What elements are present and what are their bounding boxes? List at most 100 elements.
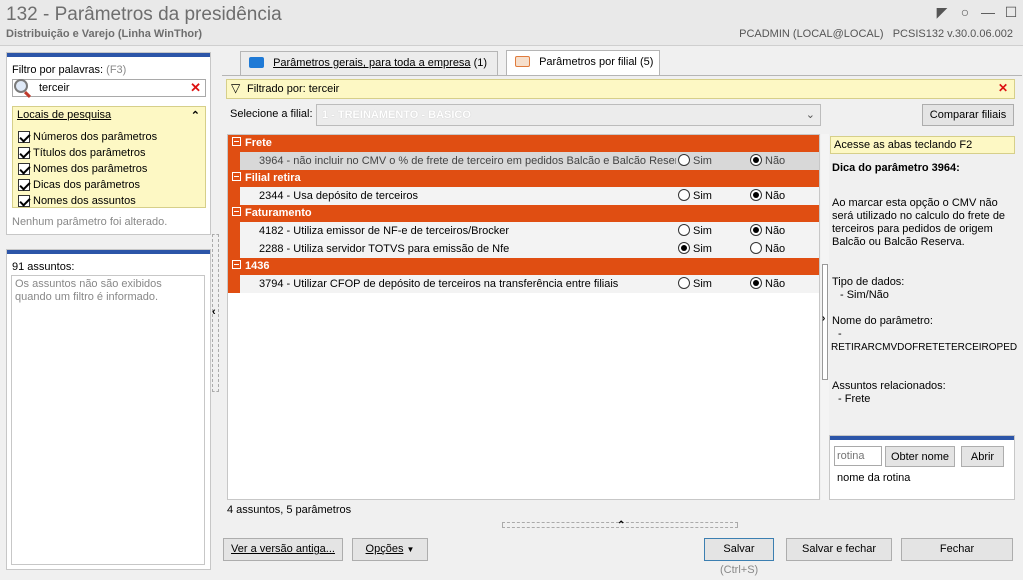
group-header[interactable]: Filial retira — [228, 170, 819, 187]
tab-branch-count: (5) — [639, 56, 654, 68]
collapse-group-icon[interactable] — [232, 260, 241, 269]
group-header[interactable]: Frete — [228, 135, 819, 152]
search-icon-handle — [23, 90, 32, 99]
grid-summary: 4 assuntos, 5 parâmetros — [227, 504, 352, 516]
param-name-dash: - — [838, 328, 842, 340]
restore-icon[interactable]: ○ — [957, 4, 973, 20]
radio-yes-icon[interactable] — [678, 242, 690, 255]
clear-filter-icon[interactable]: ✕ — [998, 81, 1008, 95]
search-scope-option[interactable]: Títulos dos parâmetros — [18, 145, 157, 161]
option-yes-label: Sim — [693, 190, 712, 202]
option-no[interactable]: Não — [748, 222, 818, 240]
row-indent — [228, 275, 240, 293]
checkbox-checked-icon[interactable] — [18, 163, 30, 176]
collapse-group-icon[interactable] — [232, 137, 241, 146]
collapse-left-icon[interactable]: ‹ — [212, 306, 216, 318]
checkbox-checked-icon[interactable] — [18, 195, 30, 208]
option-no[interactable]: Não — [748, 240, 818, 258]
row-indent — [228, 187, 240, 205]
close-button[interactable]: Fechar — [901, 538, 1013, 561]
radio-no-icon[interactable] — [750, 242, 762, 255]
radio-no-icon[interactable] — [750, 277, 762, 290]
radio-no-icon[interactable] — [750, 224, 762, 237]
assuntos-list[interactable]: Os assuntos não são exibidos quando um f… — [11, 275, 205, 565]
parameter-row[interactable]: 2344 - Usa depósito de terceiros Sim Não — [228, 187, 819, 205]
rotina-input[interactable] — [834, 446, 882, 466]
group-name: Filial retira — [245, 172, 301, 184]
parameter-row[interactable]: 2288 - Utiliza servidor TOTVS para emiss… — [228, 240, 819, 258]
tip-body-line: Balcão ou Balcão Reserva. — [832, 236, 965, 248]
group-name: Frete — [245, 137, 272, 149]
parameter-text: 3964 - não incluir no CMV o % de frete d… — [259, 155, 676, 167]
collapse-group-icon[interactable] — [232, 172, 241, 181]
filter-label-text: Filtro por palavras: — [12, 64, 104, 76]
old-version-button[interactable]: Ver a versão antiga... — [223, 538, 343, 561]
search-input[interactable]: terceir ✕ — [12, 79, 206, 99]
option-yes[interactable]: Sim — [676, 222, 748, 240]
open-button[interactable]: Abrir — [961, 446, 1004, 467]
tip-body-line: terceiros para pedidos de origem — [832, 223, 993, 235]
get-name-button[interactable]: Obter nome — [885, 446, 955, 467]
save-close-button[interactable]: Salvar e fechar — [786, 538, 892, 561]
folder-orange-icon — [515, 55, 530, 67]
maximize-icon[interactable]: ☐ — [1003, 4, 1019, 20]
related-value: - Frete — [838, 393, 871, 405]
option-no-label: Não — [765, 243, 786, 255]
parameter-row[interactable]: 3794 - Utilizar CFOP de depósito de terc… — [228, 275, 819, 293]
radio-no-icon[interactable] — [750, 189, 762, 202]
option-yes-label: Sim — [693, 225, 712, 237]
save-button[interactable]: Salvar — [704, 538, 774, 561]
search-scope-option[interactable]: Nomes dos assuntos — [18, 193, 157, 209]
option-yes[interactable]: Sim — [676, 187, 748, 205]
radio-yes-icon[interactable] — [678, 277, 690, 290]
search-scope-title: Locais de pesquisa — [17, 109, 112, 121]
user-label: PCADMIN (LOCAL@LOCAL) — [739, 28, 884, 40]
tab-general[interactable]: Parâmetros gerais, para toda a empresa (… — [240, 51, 498, 75]
branch-select[interactable]: 1 - TREINAMENTO - BASICO ⌄ — [316, 104, 821, 126]
option-yes[interactable]: Sim — [676, 275, 748, 293]
compare-branches-button[interactable]: Comparar filiais — [922, 104, 1014, 126]
option-yes[interactable]: Sim — [676, 240, 748, 258]
parameter-row[interactable]: 4182 - Utiliza emissor de NF-e de tercei… — [228, 222, 819, 240]
option-yes[interactable]: Sim — [676, 152, 748, 170]
tab-general-count: (1) — [473, 57, 488, 69]
option-no[interactable]: Não — [748, 152, 818, 170]
radio-no-icon[interactable] — [750, 154, 762, 167]
collapse-group-icon[interactable] — [232, 207, 241, 216]
tip-title: Dica do parâmetro 3964: — [832, 162, 960, 174]
search-scope-option[interactable]: Dicas dos parâmetros — [18, 177, 157, 193]
program-version: PCSIS132 v.30.0.06.002 — [892, 28, 1013, 40]
tab-line — [222, 75, 1022, 76]
checkbox-checked-icon[interactable] — [18, 147, 30, 160]
clear-search-icon[interactable]: ✕ — [190, 80, 201, 96]
radio-yes-icon[interactable] — [678, 189, 690, 202]
checkbox-checked-icon[interactable] — [18, 179, 30, 192]
group-header[interactable]: 1436 — [228, 258, 819, 275]
radio-yes-icon[interactable] — [678, 154, 690, 167]
expand-right-icon[interactable]: › — [822, 313, 825, 324]
options-label: Opções — [365, 543, 404, 555]
tab-branch-label: Parâmetros por filial — [539, 56, 637, 68]
search-scope-option[interactable]: Números dos parâmetros — [18, 129, 157, 145]
edit-window-icon[interactable]: ◤ — [934, 4, 950, 20]
parameter-row[interactable]: 3964 - não incluir no CMV o % de frete d… — [228, 152, 819, 170]
collapse-up-small-icon[interactable]: ⌃ — [617, 520, 625, 531]
grid-rows: Frete 3964 - não incluir no CMV o % de fr… — [228, 135, 819, 293]
group-name: Faturamento — [245, 207, 312, 219]
group-name: 1436 — [245, 260, 270, 272]
rotina-panel — [829, 435, 1015, 500]
tab-branch[interactable]: Parâmetros por filial (5) — [506, 50, 660, 75]
minimize-icon[interactable]: — — [980, 4, 996, 20]
search-value: terceir — [39, 82, 70, 94]
option-no[interactable]: Não — [748, 275, 818, 293]
checkbox-checked-icon[interactable] — [18, 131, 30, 144]
collapse-up-icon[interactable]: ⌃ — [191, 109, 200, 122]
group-header[interactable]: Faturamento — [228, 205, 819, 222]
options-button[interactable]: Opções ▼ — [352, 538, 428, 561]
search-scope-option[interactable]: Nomes dos parâmetros — [18, 161, 157, 177]
radio-yes-icon[interactable] — [678, 224, 690, 237]
option-no[interactable]: Não — [748, 187, 818, 205]
option-yes-label: Sim — [693, 243, 712, 255]
chevron-down-icon: ⌄ — [805, 109, 815, 121]
window-title: 132 - Parâmetros da presidência — [6, 4, 282, 25]
